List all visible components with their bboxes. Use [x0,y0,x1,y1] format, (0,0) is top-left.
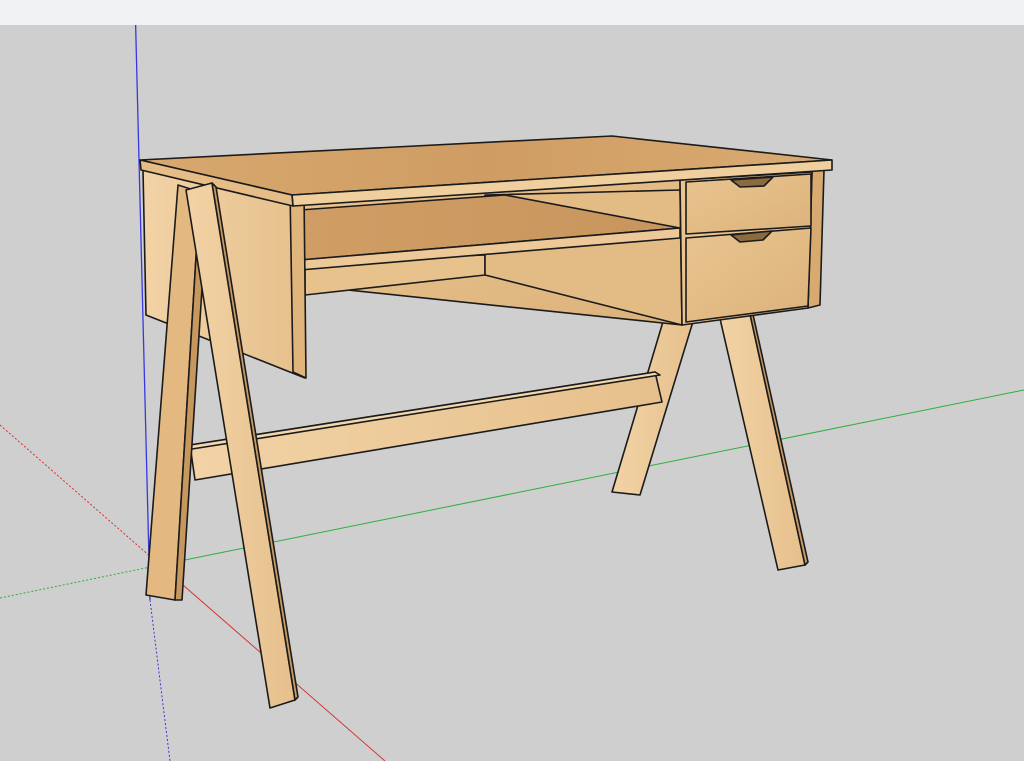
toolbar-strip [0,0,1024,25]
green-axis-dotted [0,564,161,599]
desk-model[interactable] [139,135,833,709]
modeling-app [0,0,1024,761]
red-axis-dotted [0,424,161,566]
left-panel-edge [289,189,307,379]
scene-canvas[interactable] [0,25,1024,761]
blue-axis-dotted [149,599,171,761]
green-axis-line [159,389,1024,566]
axes-group [0,25,1024,761]
model-viewport[interactable] [0,25,1024,761]
drawer-bottom[interactable] [685,227,812,323]
